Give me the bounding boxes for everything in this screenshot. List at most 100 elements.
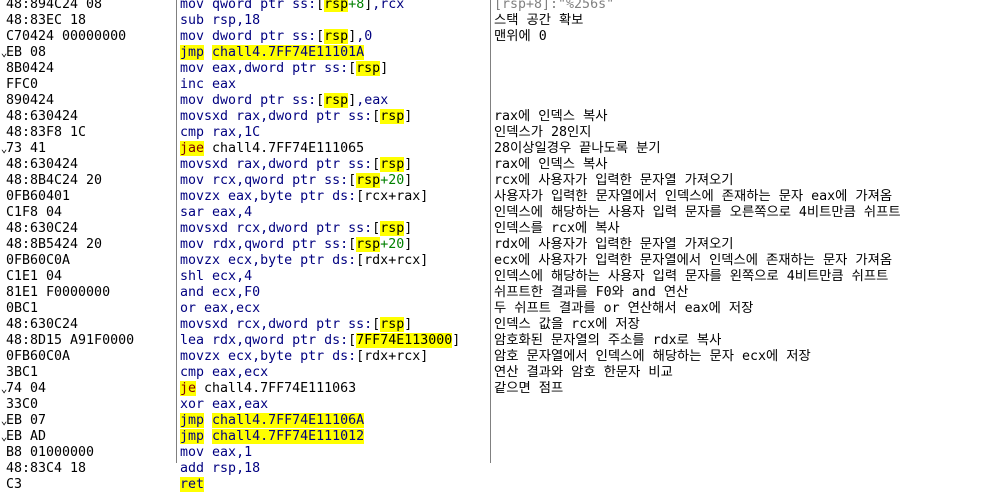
instruction-text[interactable]: sar eax,4: [180, 205, 490, 221]
memory-operand: [rdx+rcx]: [356, 253, 429, 268]
memory-operand: [rsp+20]: [348, 173, 413, 188]
instr-mnemonic: movzx: [180, 253, 221, 268]
disasm-row[interactable]: ⌄ 73 41 jae chall4.7FF74E111065 28이상일경우 끝나도…: [0, 141, 1003, 157]
instruction-text[interactable]: movzx ecx,byte ptr ds:[rdx+rcx]: [180, 253, 490, 269]
instruction-text[interactable]: cmp eax,ecx: [180, 365, 490, 381]
instruction-text[interactable]: movsxd rcx,dword ptr ss:[rsp]: [180, 221, 490, 237]
instruction-comment: 인덱스를 rcx에 복사: [494, 221, 620, 236]
instr-mnemonic: je: [180, 381, 197, 396]
instruction-text[interactable]: shl ecx,4: [180, 269, 490, 285]
instruction-text[interactable]: mov eax,1: [180, 445, 490, 461]
instr-mnemonic: jmp: [180, 45, 205, 60]
instruction-text[interactable]: jae chall4.7FF74E111065: [180, 141, 490, 157]
instruction-text[interactable]: movsxd rcx,dword ptr ss:[rsp]: [180, 317, 490, 333]
jump-target[interactable]: chall4.7FF74E111063: [204, 381, 356, 396]
instruction-comment: 같으면 점프: [494, 381, 564, 396]
disassembly-view[interactable]: 48:894C24 08 mov qword ptr ss:[rsp+8],rcx…: [0, 0, 1003, 492]
instr-mnemonic: mov: [180, 93, 205, 108]
instruction-text[interactable]: cmp rax,1C: [180, 125, 490, 141]
instruction-text[interactable]: je chall4.7FF74E111063: [180, 381, 490, 397]
instruction-bytes: 8B0424: [6, 61, 55, 76]
instr-mnemonic: movzx: [180, 349, 221, 364]
instruction-bytes: FFC0: [6, 77, 39, 92]
instruction-text[interactable]: jmp chall4.7FF74E111012: [180, 429, 490, 445]
disasm-row[interactable]: 0FB60401 movzx eax,byte ptr ds:[rcx+rax] 사…: [0, 189, 1003, 205]
instruction-comment: rdx에 사용자가 입력한 문자열 가져오기: [494, 237, 734, 252]
instruction-text[interactable]: ret: [180, 477, 490, 493]
instr-mnemonic: inc: [180, 77, 205, 92]
jump-target[interactable]: chall4.7FF74E111012: [212, 429, 365, 444]
instruction-bytes: 81E1 F0000000: [6, 285, 111, 300]
disasm-row[interactable]: ⌄ EB 08 jmp chall4.7FF74E11101A: [0, 45, 1003, 61]
instruction-text[interactable]: jmp chall4.7FF74E11101A: [180, 45, 490, 61]
instruction-comment: [494, 45, 1003, 61]
instruction-text[interactable]: movsxd rax,dword ptr ss:[rsp]: [180, 157, 490, 173]
instruction-text[interactable]: mov rdx,qword ptr ss:[rsp+20]: [180, 237, 490, 253]
instruction-text[interactable]: or eax,ecx: [180, 301, 490, 317]
disasm-row[interactable]: 48:630424 movsxd rax,dword ptr ss:[rsp] ra…: [0, 157, 1003, 173]
disasm-row[interactable]: FFC0 inc eax: [0, 77, 1003, 93]
disasm-row[interactable]: ⌄ EB AD jmp chall4.7FF74E111012: [0, 429, 1003, 445]
disasm-row[interactable]: ⌄ 74 04 je chall4.7FF74E111063 같으면 점프: [0, 381, 1003, 397]
instruction-bytes: 48:630C24: [6, 317, 79, 332]
disasm-row[interactable]: 8B0424 mov eax,dword ptr ss:[rsp]: [0, 61, 1003, 77]
instr-mnemonic: or: [180, 301, 197, 316]
instruction-comment: rcx에 사용자가 입력한 문자열 가져오기: [494, 173, 734, 188]
disasm-row[interactable]: 48:8D15 A91F0000 lea rdx,qword ptr ds:[7F…: [0, 333, 1003, 349]
disasm-row[interactable]: 0FB60C0A movzx ecx,byte ptr ds:[rdx+rcx] 암…: [0, 349, 1003, 365]
instr-mnemonic: movsxd: [180, 109, 229, 124]
instruction-text[interactable]: sub rsp,18: [180, 13, 490, 29]
instruction-text[interactable]: inc eax: [180, 77, 490, 93]
disasm-row[interactable]: C1E1 04 shl ecx,4 인덱스에 해당하는 사용자 입력 문자를 왼쪽으…: [0, 269, 1003, 285]
disasm-row[interactable]: C3 ret: [0, 477, 1003, 493]
disasm-row[interactable]: 3BC1 cmp eax,ecx 연산 결과와 암호 한문자 비교: [0, 365, 1003, 381]
disasm-row[interactable]: ⌄ EB 07 jmp chall4.7FF74E11106A: [0, 413, 1003, 429]
jump-target[interactable]: chall4.7FF74E11106A: [212, 413, 365, 428]
instruction-bytes: C3: [6, 477, 23, 492]
instruction-text[interactable]: mov qword ptr ss:[rsp+8],rcx: [180, 0, 490, 13]
disasm-row[interactable]: 48:83C4 18 add rsp,18: [0, 461, 1003, 477]
instr-mnemonic: jae: [180, 141, 205, 156]
instruction-text[interactable]: mov dword ptr ss:[rsp],eax: [180, 93, 490, 109]
disasm-row[interactable]: 0BC1 or eax,ecx 두 쉬프트 결과를 or 연산해서 eax에 저장: [0, 301, 1003, 317]
memory-operand: [rsp+8]: [316, 0, 372, 12]
instruction-comment: 28이상일경우 끝나도록 분기: [494, 141, 661, 156]
instruction-bytes: 48:630424: [6, 109, 79, 124]
instruction-text[interactable]: add rsp,18: [180, 461, 490, 477]
instruction-comment: 인덱스에 해당하는 사용자 입력 문자를 오른쪽으로 4비트만큼 쉬프트: [494, 205, 901, 220]
disasm-row[interactable]: 48:8B5424 20 mov rdx,qword ptr ss:[rsp+20…: [0, 237, 1003, 253]
instruction-bytes: 74 04: [6, 381, 47, 396]
disasm-row[interactable]: 48:8B4C24 20 mov rcx,qword ptr ss:[rsp+20…: [0, 173, 1003, 189]
instruction-text[interactable]: mov dword ptr ss:[rsp],0: [180, 29, 490, 45]
disasm-row[interactable]: 81E1 F0000000 and ecx,F0 쉬프트한 결과를 F0와 and …: [0, 285, 1003, 301]
disasm-row[interactable]: B8 01000000 mov eax,1: [0, 445, 1003, 461]
memory-operand: [rsp]: [348, 61, 389, 76]
instruction-text[interactable]: mov eax,dword ptr ss:[rsp]: [180, 61, 490, 77]
disasm-row[interactable]: 48:894C24 08 mov qword ptr ss:[rsp+8],rcx…: [0, 0, 1003, 13]
disasm-row[interactable]: 48:83F8 1C cmp rax,1C 인덱스가 28인지: [0, 125, 1003, 141]
instruction-text[interactable]: lea rdx,qword ptr ds:[7FF74E113000]: [180, 333, 490, 349]
instruction-bytes: 48:83C4 18: [6, 461, 87, 476]
instruction-text[interactable]: and ecx,F0: [180, 285, 490, 301]
disasm-row[interactable]: 48:630C24 movsxd rcx,dword ptr ss:[rsp] 인덱…: [0, 221, 1003, 237]
instruction-comment: 인덱스에 해당하는 사용자 입력 문자를 왼쪽으로 4비트만큼 쉬프트: [494, 269, 889, 284]
disasm-row[interactable]: 48:630C24 movsxd rcx,dword ptr ss:[rsp] 인덱…: [0, 317, 1003, 333]
instruction-bytes: 48:630C24: [6, 221, 79, 236]
instruction-text[interactable]: jmp chall4.7FF74E11106A: [180, 413, 490, 429]
disasm-row[interactable]: 0FB60C0A movzx ecx,byte ptr ds:[rdx+rcx] e…: [0, 253, 1003, 269]
jump-target[interactable]: chall4.7FF74E11101A: [212, 45, 365, 60]
disasm-row[interactable]: 48:83EC 18 sub rsp,18 스택 공간 확보: [0, 13, 1003, 29]
instruction-bytes: 48:83EC 18: [6, 13, 87, 28]
instruction-text[interactable]: xor eax,eax: [180, 397, 490, 413]
disasm-row[interactable]: 48:630424 movsxd rax,dword ptr ss:[rsp] ra…: [0, 109, 1003, 125]
instruction-text[interactable]: mov rcx,qword ptr ss:[rsp+20]: [180, 173, 490, 189]
instruction-text[interactable]: movzx ecx,byte ptr ds:[rdx+rcx]: [180, 349, 490, 365]
disasm-row[interactable]: C70424 00000000 mov dword ptr ss:[rsp],0 맨…: [0, 29, 1003, 45]
instruction-text[interactable]: movzx eax,byte ptr ds:[rcx+rax]: [180, 189, 490, 205]
jump-target[interactable]: chall4.7FF74E111065: [212, 141, 364, 156]
memory-operand: [rsp]: [316, 29, 357, 44]
disasm-row[interactable]: C1F8 04 sar eax,4 인덱스에 해당하는 사용자 입력 문자를 오른쪽…: [0, 205, 1003, 221]
instruction-text[interactable]: movsxd rax,dword ptr ss:[rsp]: [180, 109, 490, 125]
disasm-row[interactable]: 33C0 xor eax,eax: [0, 397, 1003, 413]
disasm-row[interactable]: 890424 mov dword ptr ss:[rsp],eax: [0, 93, 1003, 109]
